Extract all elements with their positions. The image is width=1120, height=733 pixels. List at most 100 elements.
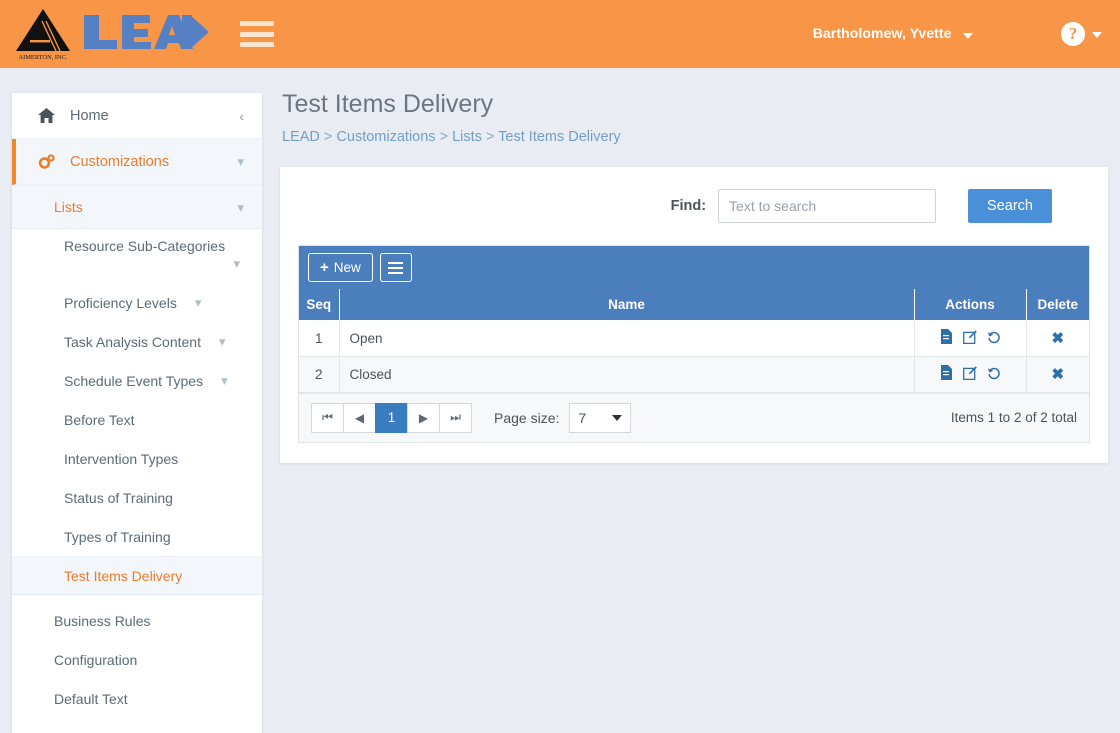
help-menu[interactable]: ? <box>1061 22 1102 46</box>
history-icon[interactable] <box>987 330 1001 344</box>
column-header-name[interactable]: Name <box>339 289 915 321</box>
top-header-bar: AIMERTON, INC. Bartholomew, Yvette ? <box>0 0 1120 68</box>
sidebar-item-label: Test Items Delivery <box>64 567 183 584</box>
lead-wordmark-icon <box>82 12 210 57</box>
breadcrumb-item-current: Test Items Delivery <box>498 129 621 145</box>
edit-icon[interactable] <box>962 329 977 344</box>
breadcrumb-item-lead[interactable]: LEAD <box>282 129 320 145</box>
breadcrumb-separator: > <box>439 129 453 145</box>
chevron-down-icon[interactable]: ▾ <box>237 201 244 214</box>
table-row: 1 Open ✖ <box>299 320 1089 357</box>
page-number-1[interactable]: 1 <box>375 402 408 433</box>
chevron-down-icon <box>612 414 623 421</box>
breadcrumb-item-customizations[interactable]: Customizations <box>336 129 435 145</box>
sidebar-item-before-text[interactable]: Before Text <box>12 400 262 439</box>
close-x-icon[interactable]: ✖ <box>1051 366 1064 383</box>
sidebar-item-status-of-training[interactable]: Status of Training <box>12 478 262 517</box>
row-action-group <box>940 365 1001 380</box>
pagination: ⏮ ◀ 1 ▶ ⏭ <box>311 402 472 433</box>
hamburger-menu-icon[interactable] <box>240 21 274 47</box>
svg-text:AIMERTON, INC.: AIMERTON, INC. <box>18 54 67 61</box>
sidebar-item-label: Default Text <box>54 690 128 707</box>
brand-logo[interactable]: AIMERTON, INC. <box>0 7 210 61</box>
aimerton-logo-icon: AIMERTON, INC. <box>12 7 74 61</box>
chevron-down-icon[interactable]: ▾ <box>219 335 226 348</box>
chevron-down-icon[interactable]: ▾ <box>233 257 240 270</box>
page-last-button[interactable]: ⏭ <box>439 402 472 433</box>
sidebar-item-label: Business Rules <box>54 612 151 629</box>
chevron-down-icon[interactable]: ▾ <box>221 374 228 387</box>
hamburger-bar <box>240 42 274 47</box>
table-header: Seq Name Actions Delete <box>299 289 1089 321</box>
chevron-left-icon[interactable]: ‹ <box>239 109 244 123</box>
items-table: Seq Name Actions Delete 1 Open ✖ 2 Close… <box>299 289 1089 393</box>
chevron-down-icon[interactable]: ▾ <box>237 155 244 168</box>
cell-actions <box>914 320 1027 357</box>
page-size-select[interactable]: 7 <box>569 402 632 433</box>
add-new-label: New <box>333 260 361 275</box>
column-header-seq[interactable]: Seq <box>299 289 340 321</box>
history-icon[interactable] <box>987 366 1001 380</box>
page-size-value: 7 <box>578 409 587 426</box>
table-body: 1 Open ✖ 2 Closed ✖ <box>299 320 1089 393</box>
caret-down-icon <box>963 33 973 39</box>
user-name-label: Bartholomew, Yvette <box>812 25 952 41</box>
document-icon[interactable] <box>940 365 953 380</box>
hamburger-bar <box>388 271 404 274</box>
page-prev-button[interactable]: ◀ <box>343 402 376 433</box>
hamburger-bar <box>240 31 274 37</box>
page-next-button[interactable]: ▶ <box>407 402 440 433</box>
sidebar-item-label: Intervention Types <box>64 450 179 467</box>
sidebar-item-label: Task Analysis Content <box>64 333 201 350</box>
sidebar-item-schedule-event-types[interactable]: Schedule Event Types ▾ <box>12 361 262 400</box>
caret-down-icon <box>1092 32 1102 38</box>
table-header-row: Seq Name Actions Delete <box>299 289 1089 321</box>
breadcrumb-item-lists[interactable]: Lists <box>452 129 482 145</box>
data-grid: + New Seq Name Actions Delete 1 Open ✖ 2… <box>298 245 1090 443</box>
header-right-group: Bartholomew, Yvette ? <box>813 22 1120 46</box>
sidebar-item-task-analysis-content[interactable]: Task Analysis Content ▾ <box>12 322 262 361</box>
row-action-group <box>940 329 1001 344</box>
chevron-down-icon[interactable]: ▾ <box>195 296 202 309</box>
breadcrumb: LEAD > Customizations > Lists > Test Ite… <box>282 129 1108 145</box>
breadcrumb-separator: > <box>323 129 337 145</box>
sidebar-item-business-rules[interactable]: Business Rules <box>12 601 262 640</box>
sidebar-item-resource-sub-categories[interactable]: Resource Sub-Categories ▾ <box>12 229 262 283</box>
gears-icon <box>38 153 58 170</box>
grid-menu-icon[interactable] <box>379 253 412 282</box>
search-input[interactable] <box>718 189 937 223</box>
page-size-label: Page size: <box>494 409 560 426</box>
sidebar-item-intervention-types[interactable]: Intervention Types <box>12 439 262 478</box>
sidebar-item-test-items-delivery[interactable]: Test Items Delivery <box>12 556 262 595</box>
sidebar-item-home[interactable]: Home ‹ <box>12 93 262 139</box>
sidebar-item-types-of-training[interactable]: Types of Training <box>12 517 262 556</box>
page-first-button[interactable]: ⏮ <box>311 402 344 433</box>
sidebar-item-lists[interactable]: Lists ▾ <box>12 185 262 229</box>
cell-seq: 2 <box>299 356 340 393</box>
sidebar-item-proficiency-levels[interactable]: Proficiency Levels ▾ <box>12 283 262 322</box>
cell-delete: ✖ <box>1026 356 1089 393</box>
cell-delete: ✖ <box>1026 320 1089 357</box>
sidebar-item-configuration[interactable]: Configuration <box>12 640 262 679</box>
sidebar-item-default-text[interactable]: Default Text <box>12 679 262 718</box>
sidebar-item-label: Status of Training <box>64 489 173 506</box>
find-label: Find: <box>670 198 707 214</box>
add-new-button[interactable]: + New <box>308 253 373 282</box>
sidebar-item-customizations[interactable]: Customizations ▾ <box>12 139 262 185</box>
close-x-icon[interactable]: ✖ <box>1051 330 1064 347</box>
edit-icon[interactable] <box>962 365 977 380</box>
sidebar-item-label: Home <box>70 107 109 124</box>
sidebar-item-label: Configuration <box>54 651 138 668</box>
cell-name: Closed <box>339 356 915 393</box>
sidebar-item-label: Proficiency Levels <box>64 294 177 311</box>
hamburger-bar <box>240 21 274 26</box>
document-icon[interactable] <box>940 329 953 344</box>
search-button[interactable]: Search <box>968 189 1052 223</box>
user-menu[interactable]: Bartholomew, Yvette <box>813 25 973 43</box>
page-title: Test Items Delivery <box>282 90 494 118</box>
find-bar: Find: Search <box>298 189 1090 223</box>
cell-seq: 1 <box>299 320 340 357</box>
page-body: Home ‹ Customizations ▾ Lists ▾ Resource… <box>0 68 1120 733</box>
column-header-actions: Actions <box>914 289 1027 321</box>
column-header-delete: Delete <box>1026 289 1089 321</box>
